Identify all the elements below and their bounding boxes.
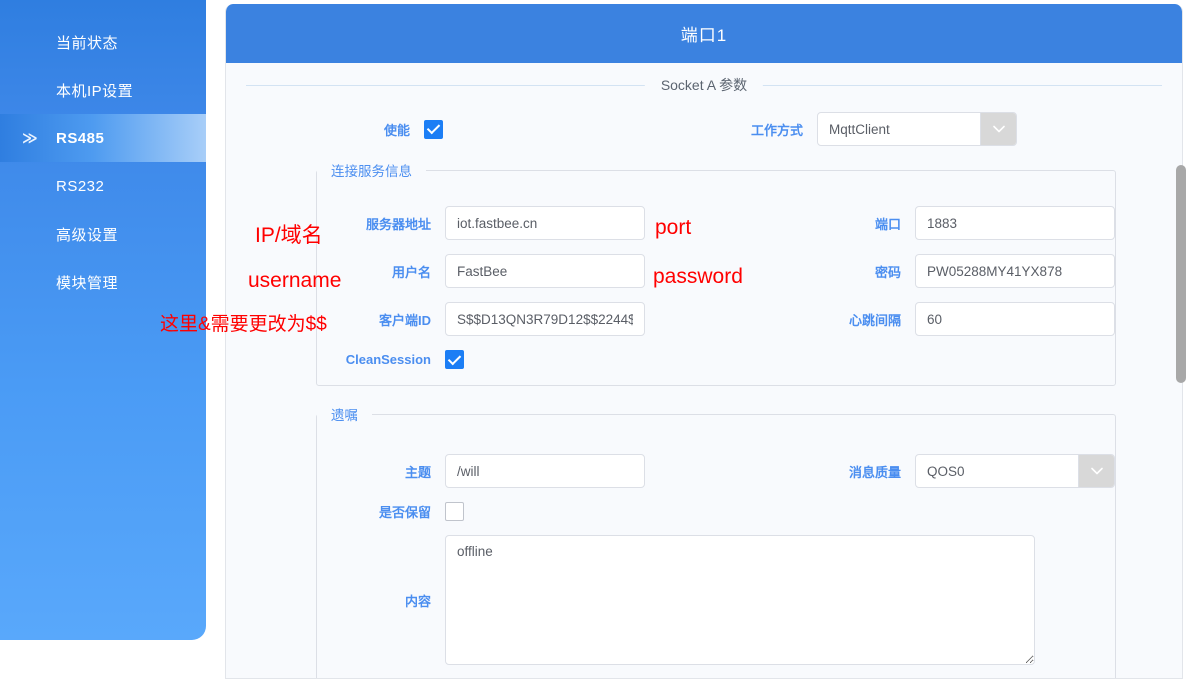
chevron-down-icon[interactable]	[1078, 455, 1114, 487]
sidebar-item-rs232[interactable]: RS232	[0, 162, 206, 210]
enable-checkbox[interactable]	[424, 120, 443, 139]
chevron-down-icon[interactable]	[980, 113, 1016, 145]
qos-select-value: QOS0	[916, 464, 1078, 479]
password-input[interactable]	[915, 254, 1115, 288]
retain-label: 是否保留	[335, 502, 445, 521]
workmode-label: 工作方式	[707, 120, 817, 139]
enable-label: 使能	[334, 120, 424, 139]
workmode-select[interactable]: MqttClient	[817, 112, 1017, 146]
socket-a-section-legend: Socket A 参数	[645, 75, 763, 95]
workmode-select-value: MqttClient	[818, 122, 980, 137]
retain-checkbox[interactable]	[445, 502, 464, 521]
will-fieldset: 遗嘱 主题 消息质量 QOS0	[316, 404, 1116, 679]
qos-group: 消息质量 QOS0	[825, 454, 1115, 488]
connection-info-legend: 连接服务信息	[317, 160, 426, 180]
content-group: 内容 offline	[335, 535, 1035, 665]
content-row: 内容 offline	[317, 535, 1115, 665]
clientid-input[interactable]	[445, 302, 645, 336]
topic-input[interactable]	[445, 454, 645, 488]
clientid-heartbeat-row: 客户端ID 心跳间隔	[317, 302, 1115, 336]
will-legend: 遗嘱	[317, 404, 372, 424]
page-title: 端口1	[681, 21, 727, 46]
username-input[interactable]	[445, 254, 645, 288]
port-input[interactable]	[915, 206, 1115, 240]
content-textarea[interactable]: offline	[445, 535, 1035, 665]
server-port-row: 服务器地址 端口	[317, 206, 1115, 240]
sidebar-item-module-management[interactable]: 模块管理	[0, 258, 206, 306]
server-address-input[interactable]	[445, 206, 645, 240]
port-label: 端口	[825, 214, 915, 233]
qos-select[interactable]: QOS0	[915, 454, 1115, 488]
cleansession-group: CleanSession	[335, 350, 464, 369]
sidebar-item-label: RS232	[56, 178, 104, 195]
password-group: 密码	[825, 254, 1115, 288]
heartbeat-group: 心跳间隔	[825, 302, 1115, 336]
sidebar-item-label: 本机IP设置	[56, 80, 133, 101]
enable-group: 使能	[334, 120, 443, 139]
sidebar-item-local-ip-settings[interactable]: 本机IP设置	[0, 66, 206, 114]
topic-qos-row: 主题 消息质量 QOS0	[317, 454, 1115, 488]
username-group: 用户名	[335, 254, 645, 288]
server-address-group: 服务器地址	[335, 206, 645, 240]
connection-info-fieldset: 连接服务信息 服务器地址 端口 用户名	[316, 160, 1116, 386]
topic-label: 主题	[335, 462, 445, 481]
workmode-group: 工作方式 MqttClient	[707, 112, 1017, 146]
socket-a-section-divider: Socket A 参数	[246, 85, 1162, 86]
enable-workmode-row: 使能 工作方式 MqttClient	[246, 112, 1162, 146]
clientid-label: 客户端ID	[335, 310, 445, 329]
cleansession-checkbox[interactable]	[445, 350, 464, 369]
port-group: 端口	[825, 206, 1115, 240]
panel-body: Socket A 参数 使能 工作方式 MqttClient	[226, 85, 1182, 679]
username-password-row: 用户名 密码	[317, 254, 1115, 288]
sidebar: 当前状态 本机IP设置 ≫ RS485 RS232 高级设置 模块管理	[0, 0, 206, 640]
vertical-scrollbar-thumb[interactable]	[1176, 165, 1186, 383]
heartbeat-input[interactable]	[915, 302, 1115, 336]
cleansession-row: CleanSession	[317, 350, 1115, 369]
sidebar-item-rs485[interactable]: ≫ RS485	[0, 114, 206, 162]
server-address-label: 服务器地址	[335, 214, 445, 233]
sidebar-item-current-status[interactable]: 当前状态	[0, 18, 206, 66]
retain-group: 是否保留	[335, 502, 464, 521]
sidebar-item-advanced-settings[interactable]: 高级设置	[0, 210, 206, 258]
heartbeat-label: 心跳间隔	[825, 310, 915, 329]
password-label: 密码	[825, 262, 915, 281]
username-label: 用户名	[335, 262, 445, 281]
sidebar-item-label: 模块管理	[56, 272, 118, 293]
main-panel: 端口1 Socket A 参数 使能 工作方式 MqttClient	[225, 4, 1183, 679]
clientid-group: 客户端ID	[335, 302, 645, 336]
double-chevron-right-icon: ≫	[22, 129, 36, 147]
sidebar-item-label: 当前状态	[56, 32, 118, 53]
retain-row: 是否保留	[317, 502, 1115, 521]
panel-header: 端口1	[226, 4, 1182, 63]
qos-label: 消息质量	[825, 462, 915, 481]
app-root: 当前状态 本机IP设置 ≫ RS485 RS232 高级设置 模块管理 端口1 …	[0, 0, 1191, 679]
content-label: 内容	[335, 591, 445, 610]
topic-group: 主题	[335, 454, 645, 488]
cleansession-label: CleanSession	[335, 352, 445, 367]
sidebar-item-label: 高级设置	[56, 224, 118, 245]
sidebar-item-label: RS485	[56, 130, 104, 147]
